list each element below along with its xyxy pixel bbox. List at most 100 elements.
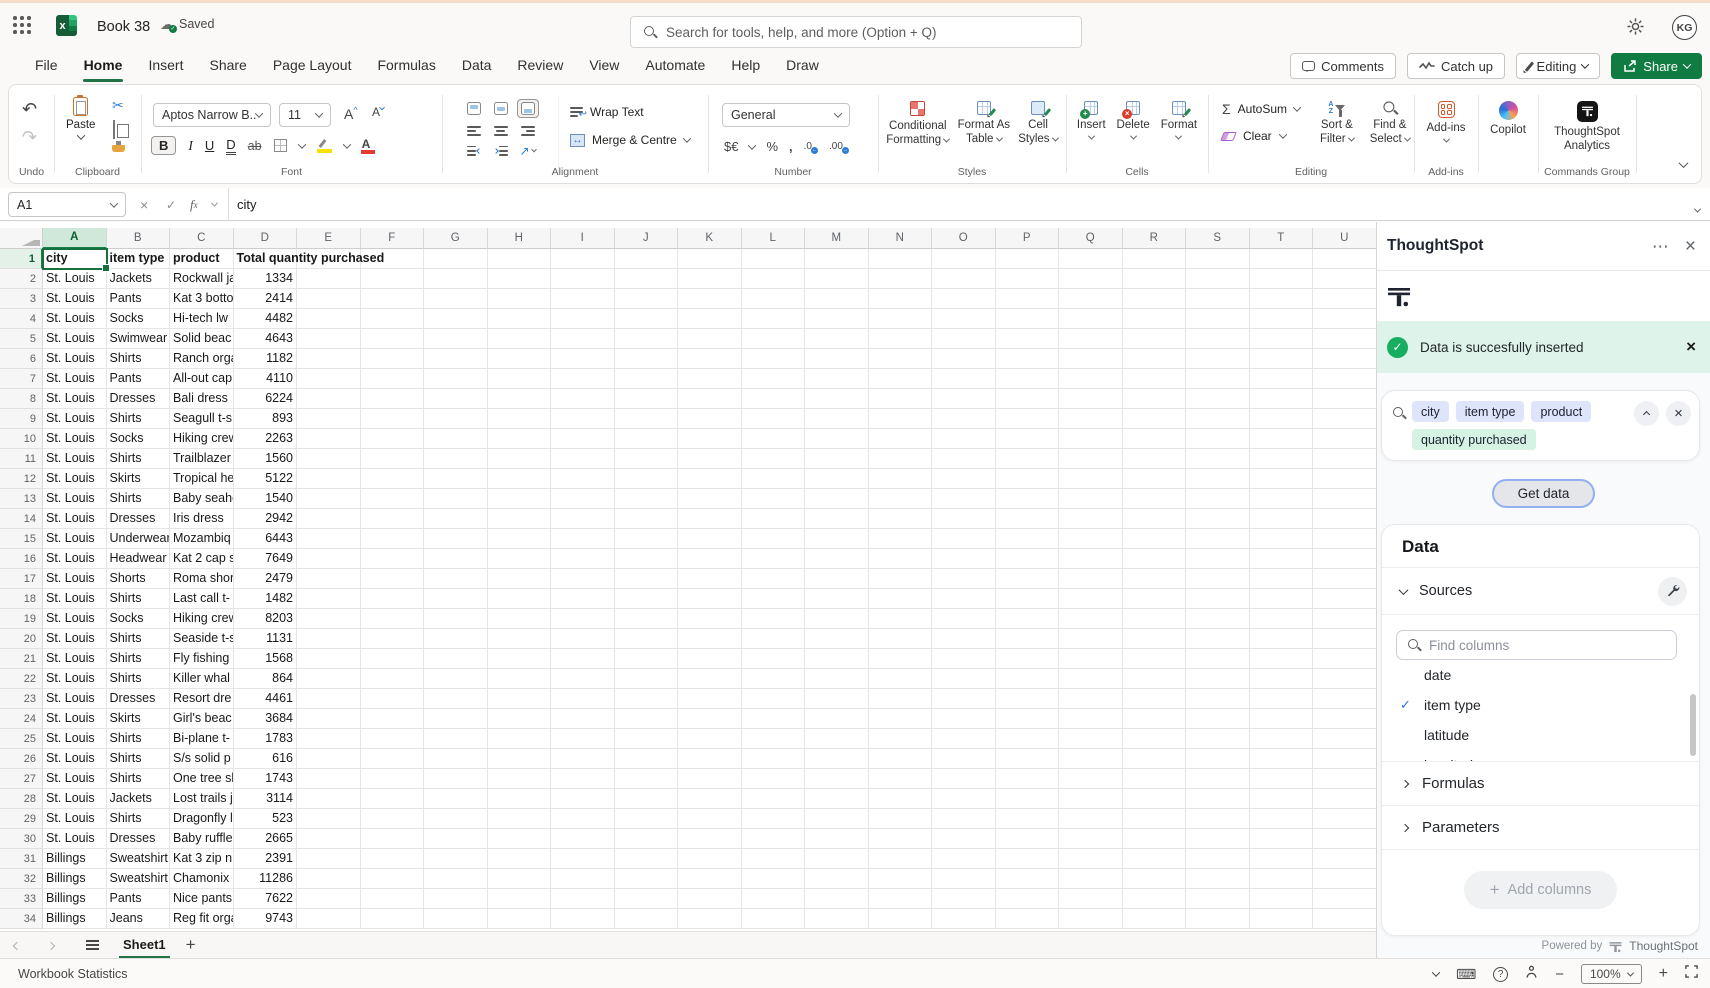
cell-Q12[interactable] (1059, 469, 1123, 489)
cell-U3[interactable] (1313, 289, 1376, 309)
cell-F29[interactable] (361, 809, 425, 829)
cell-T15[interactable] (1250, 529, 1314, 549)
cell-F26[interactable] (361, 749, 425, 769)
cell-L2[interactable] (742, 269, 806, 289)
query-chip-quantity-purchased[interactable]: quantity purchased (1412, 429, 1536, 450)
cell-Q22[interactable] (1059, 669, 1123, 689)
cell-O12[interactable] (932, 469, 996, 489)
excel-logo-icon[interactable]: x (56, 15, 77, 36)
cell-G29[interactable] (424, 809, 488, 829)
cell-D27[interactable]: 1743 (234, 769, 298, 789)
cell-N10[interactable] (869, 429, 933, 449)
cell-U4[interactable] (1313, 309, 1376, 329)
cell-R23[interactable] (1123, 689, 1187, 709)
cell-I27[interactable] (551, 769, 615, 789)
cell-H3[interactable] (488, 289, 552, 309)
cell-A2[interactable]: St. Louis (43, 269, 107, 289)
cell-Q1[interactable] (1059, 249, 1123, 269)
cell-N19[interactable] (869, 609, 933, 629)
cell-Q25[interactable] (1059, 729, 1123, 749)
cell-F27[interactable] (361, 769, 425, 789)
cell-N30[interactable] (869, 829, 933, 849)
cell-D21[interactable]: 1568 (234, 649, 298, 669)
cell-L34[interactable] (742, 909, 806, 929)
cell-G7[interactable] (424, 369, 488, 389)
cell-N33[interactable] (869, 889, 933, 909)
cell-P16[interactable] (996, 549, 1060, 569)
cell-R31[interactable] (1123, 849, 1187, 869)
cell-M11[interactable] (805, 449, 869, 469)
source-column-date[interactable]: date (1382, 668, 1699, 690)
cell-O17[interactable] (932, 569, 996, 589)
cell-O27[interactable] (932, 769, 996, 789)
cell-F8[interactable] (361, 389, 425, 409)
cell-P30[interactable] (996, 829, 1060, 849)
cell-C11[interactable]: Trailblazer (170, 449, 234, 469)
cell-J10[interactable] (615, 429, 679, 449)
cell-K21[interactable] (678, 649, 742, 669)
cell-J12[interactable] (615, 469, 679, 489)
cell-A28[interactable]: St. Louis (43, 789, 107, 809)
col-header-Q[interactable]: Q (1059, 228, 1123, 249)
cell-I25[interactable] (551, 729, 615, 749)
row-header-2[interactable]: 2 (0, 269, 43, 289)
decrease-indent-icon[interactable] (467, 146, 481, 156)
cell-S16[interactable] (1186, 549, 1250, 569)
cell-T12[interactable] (1250, 469, 1314, 489)
cell-D20[interactable]: 1131 (234, 629, 298, 649)
cell-M20[interactable] (805, 629, 869, 649)
row-header-13[interactable]: 13 (0, 489, 43, 509)
menu-tab-insert[interactable]: Insert (135, 48, 196, 84)
clear-search-icon[interactable]: × (1666, 401, 1691, 426)
cell-C29[interactable]: Dragonfly l (170, 809, 234, 829)
cell-H20[interactable] (488, 629, 552, 649)
cell-D23[interactable]: 4461 (234, 689, 298, 709)
cell-S29[interactable] (1186, 809, 1250, 829)
cell-S8[interactable] (1186, 389, 1250, 409)
cell-C18[interactable]: Last call t- (170, 589, 234, 609)
cell-H25[interactable] (488, 729, 552, 749)
italic-button[interactable]: I (188, 138, 193, 154)
autosum-button[interactable]: Σ AutoSum (1222, 101, 1300, 117)
cell-I23[interactable] (551, 689, 615, 709)
cell-U31[interactable] (1313, 849, 1376, 869)
cell-F24[interactable] (361, 709, 425, 729)
cell-P9[interactable] (996, 409, 1060, 429)
cell-C22[interactable]: Killer whal (170, 669, 234, 689)
cell-Q30[interactable] (1059, 829, 1123, 849)
cell-I2[interactable] (551, 269, 615, 289)
cell-M13[interactable] (805, 489, 869, 509)
cell-D15[interactable]: 6443 (234, 529, 298, 549)
cell-T29[interactable] (1250, 809, 1314, 829)
cell-Q31[interactable] (1059, 849, 1123, 869)
increase-indent-icon[interactable] (494, 146, 508, 156)
cell-D28[interactable]: 3114 (234, 789, 298, 809)
cell-P8[interactable] (996, 389, 1060, 409)
cell-K8[interactable] (678, 389, 742, 409)
cell-A27[interactable]: St. Louis (43, 769, 107, 789)
cell-U25[interactable] (1313, 729, 1376, 749)
cell-O31[interactable] (932, 849, 996, 869)
cell-F3[interactable] (361, 289, 425, 309)
cell-C4[interactable]: Hi-tech lw (170, 309, 234, 329)
decrease-font-size-button[interactable]: A (372, 105, 384, 119)
cell-B30[interactable]: Dresses (107, 829, 171, 849)
cell-B6[interactable]: Shirts (107, 349, 171, 369)
accounting-dropdown-icon[interactable] (748, 141, 756, 149)
cell-O22[interactable] (932, 669, 996, 689)
col-header-A[interactable]: A (43, 228, 107, 249)
cell-E16[interactable] (297, 549, 361, 569)
cell-J6[interactable] (615, 349, 679, 369)
cell-D4[interactable]: 4482 (234, 309, 298, 329)
orientation-icon[interactable]: ↗ (519, 144, 535, 158)
format-painter-button[interactable] (112, 145, 125, 152)
cell-E30[interactable] (297, 829, 361, 849)
cell-I13[interactable] (551, 489, 615, 509)
cell-B26[interactable]: Shirts (107, 749, 171, 769)
cell-E8[interactable] (297, 389, 361, 409)
col-header-L[interactable]: L (742, 228, 806, 249)
cell-L1[interactable] (742, 249, 806, 269)
formulas-row[interactable]: Formulas (1382, 762, 1699, 806)
cell-Q14[interactable] (1059, 509, 1123, 529)
cell-S27[interactable] (1186, 769, 1250, 789)
